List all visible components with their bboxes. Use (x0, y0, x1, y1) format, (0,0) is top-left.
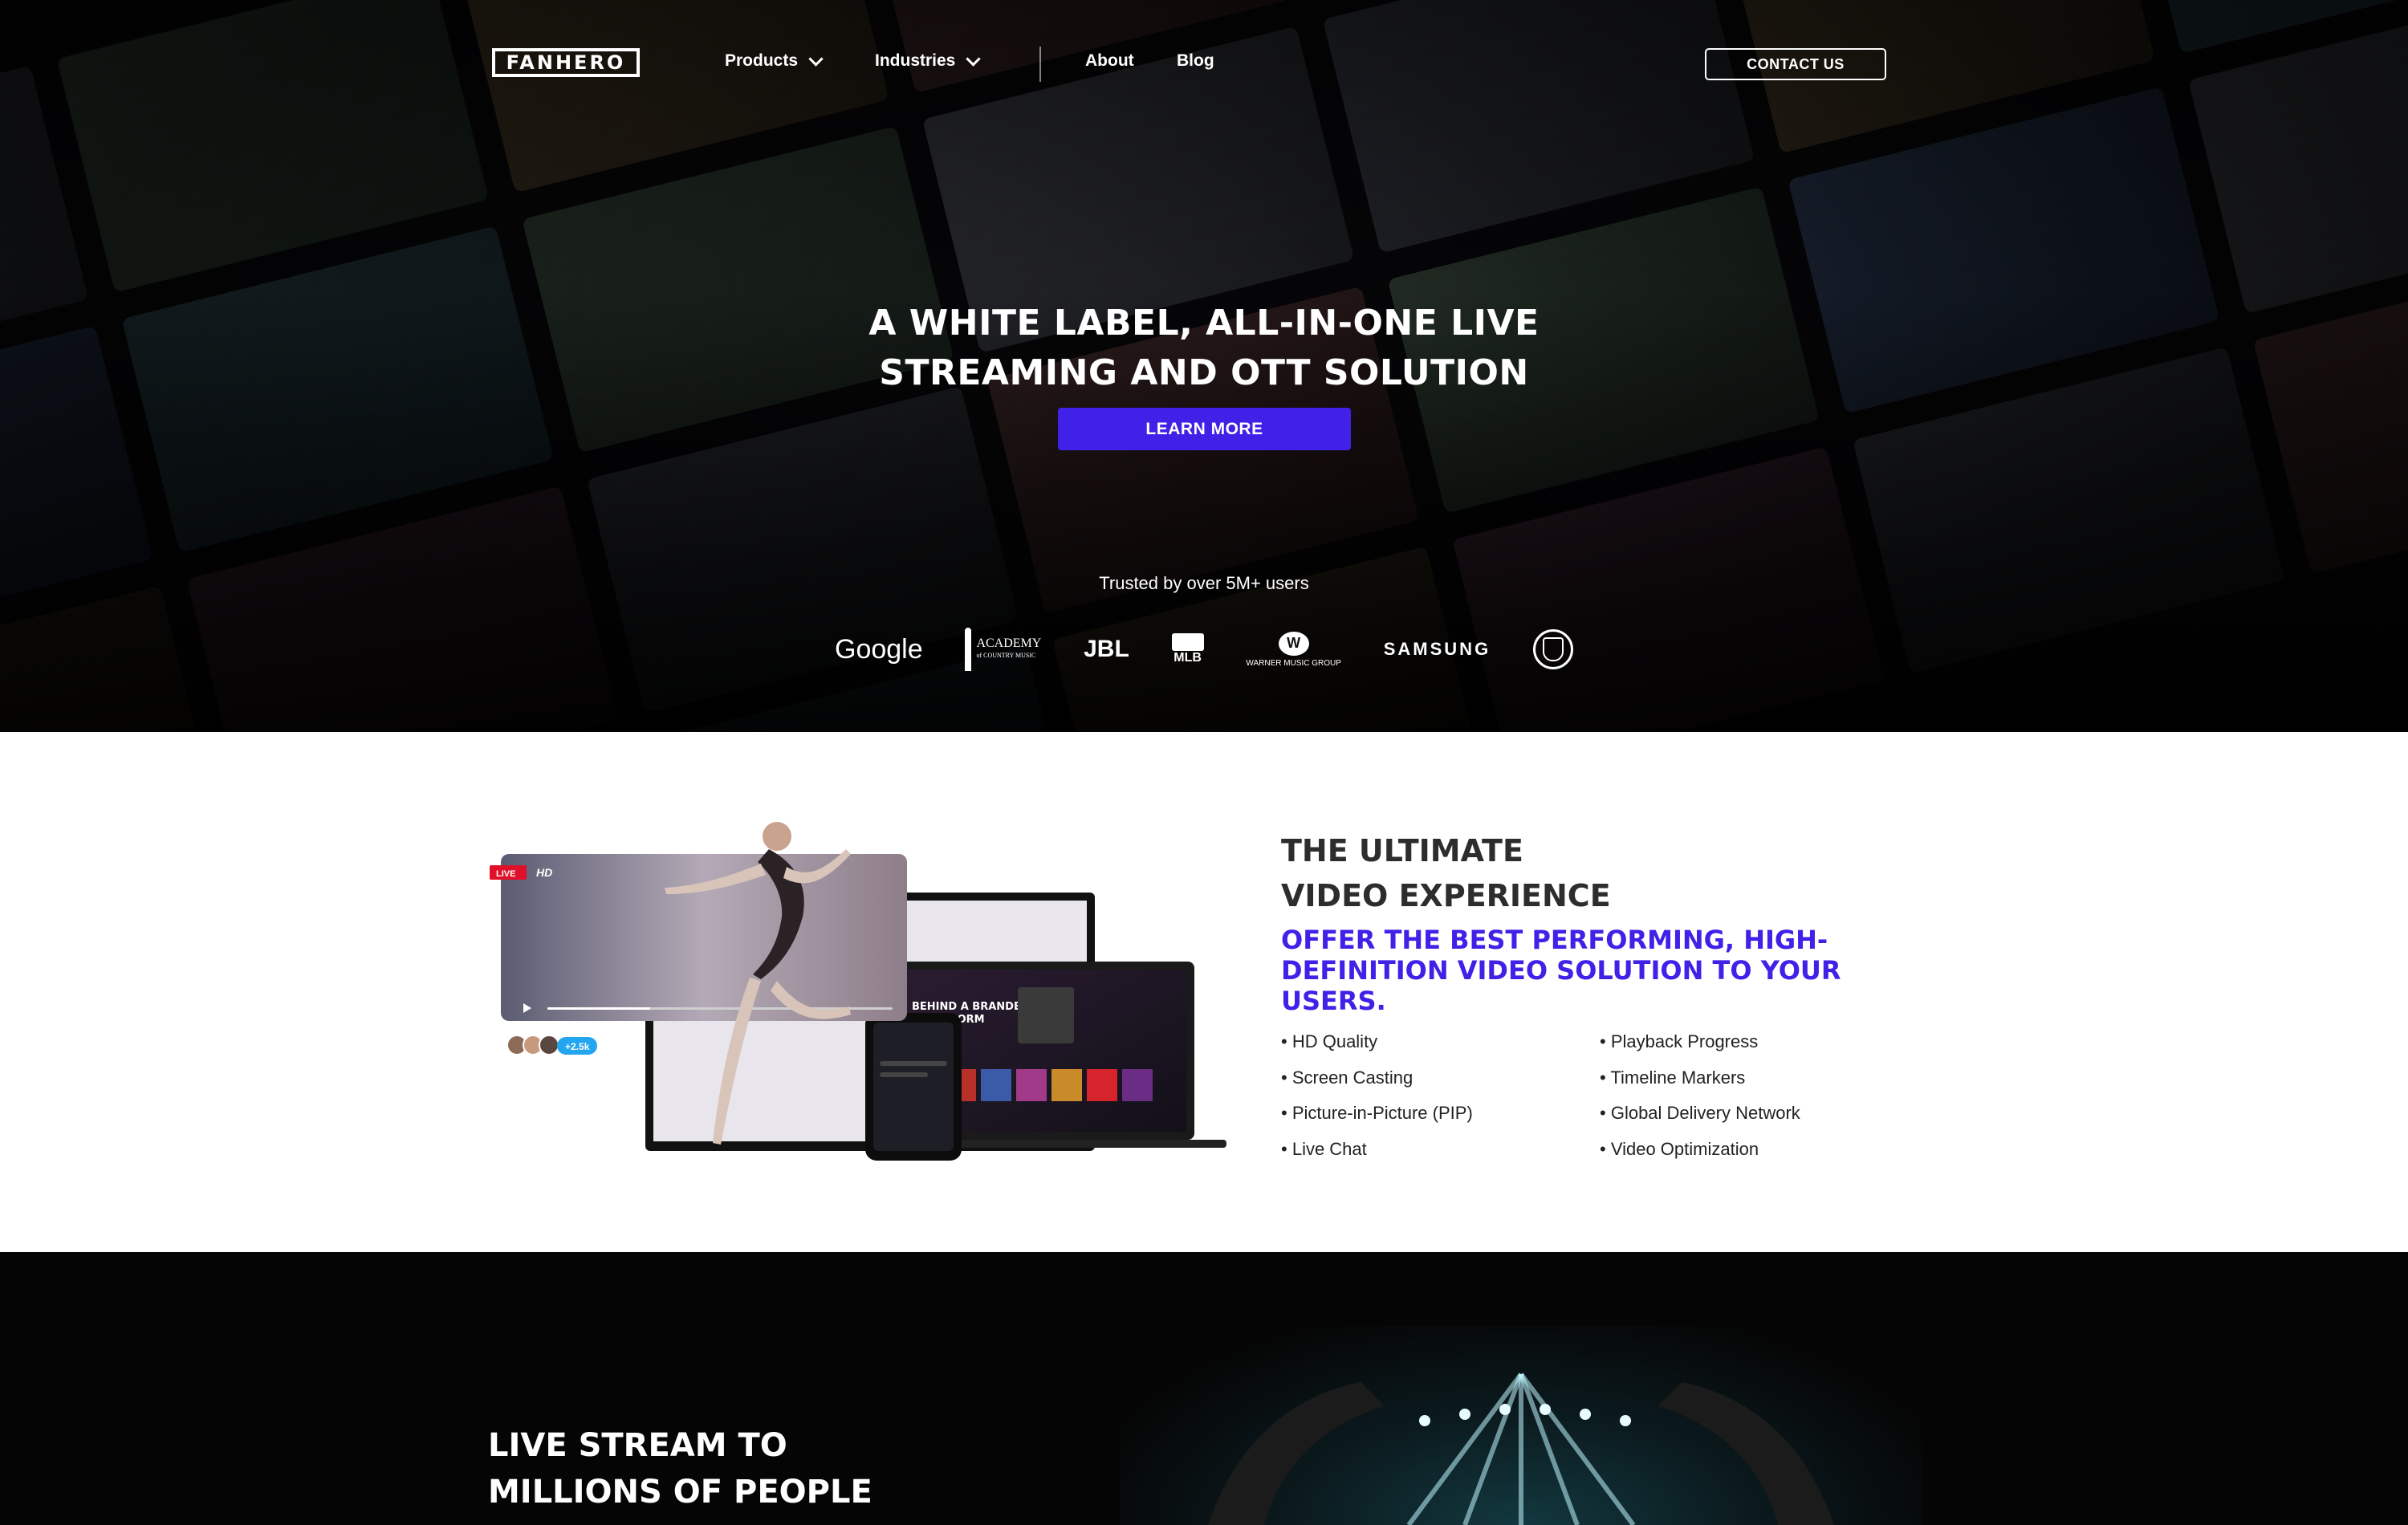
feature-item: Picture-in-Picture (PIP) (1281, 1096, 1473, 1132)
partner-logos: Google ACADEMY of COUNTRY MUSIC JBL MLB … (835, 624, 1573, 674)
video-experience-title: THE ULTIMATE VIDEO EXPERIENCE (1281, 833, 1611, 913)
feature-item: Timeline Markers (1600, 1060, 1800, 1096)
feature-item: HD Quality (1281, 1024, 1473, 1060)
video-experience-subtitle: OFFER THE BEST PERFORMING, HIGH-DEFINITI… (1281, 925, 1841, 1016)
concert-stage-image (1120, 1326, 1922, 1525)
shield-crest-logo (1532, 629, 1573, 669)
fanhero-logo[interactable]: FANHERO (492, 48, 640, 77)
hero-title: A WHITE LABEL, ALL-IN-ONE LIVE STREAMING… (868, 303, 1540, 393)
raised-hand-right (1658, 1382, 1834, 1525)
feature-item: Playback Progress (1600, 1024, 1800, 1060)
device-mockup-illustration: BEHIND A BRANDED PLATFORM LIVE HD +2.5k (490, 822, 1226, 1161)
mlb-logo: MLB (1171, 633, 1204, 665)
chevron-down-icon (808, 51, 824, 67)
feature-item: Video Optimization (1600, 1132, 1800, 1168)
feature-list-left: HD Quality Screen Casting Picture-in-Pic… (1281, 1024, 1473, 1167)
hd-badge: HD (536, 866, 552, 879)
academy-logo: ACADEMY of COUNTRY MUSIC (965, 628, 1041, 671)
feature-list-right: Playback Progress Timeline Markers Globa… (1600, 1024, 1800, 1167)
raised-hand-left (1208, 1382, 1385, 1525)
video-experience-section: BEHIND A BRANDED PLATFORM LIVE HD +2.5k (0, 732, 2408, 1252)
feature-item: Global Delivery Network (1600, 1096, 1800, 1132)
live-stream-section: LIVE STREAM TO MILLIONS OF PEOPLE (0, 1252, 2408, 1525)
google-logo: Google (835, 633, 923, 665)
nav-products[interactable]: Products (725, 51, 824, 71)
nav-products-label: Products (725, 51, 799, 70)
samsung-logo: SAMSUNG (1383, 639, 1491, 659)
viewer-count: +2.5k (565, 1041, 590, 1052)
nav-divider (1039, 47, 1041, 82)
nav-about[interactable]: About (1085, 51, 1134, 71)
nav-blog[interactable]: Blog (1177, 51, 1214, 71)
jbl-logo: JBL (1084, 636, 1129, 662)
feature-item: Live Chat (1281, 1132, 1473, 1168)
nav-industries-label: Industries (875, 51, 956, 70)
hero-section: FANHERO Products Industries About Blog C… (0, 0, 2408, 732)
learn-more-button[interactable]: LEARN MORE (1058, 408, 1351, 450)
live-stream-title: LIVE STREAM TO MILLIONS OF PEOPLE (488, 1427, 872, 1511)
nav-industries[interactable]: Industries (875, 51, 982, 71)
contact-us-button[interactable]: CONTACT US (1705, 48, 1886, 80)
warner-music-logo: W WARNER MUSIC GROUP (1246, 631, 1341, 668)
live-badge: LIVE (496, 869, 515, 879)
feature-item: Screen Casting (1281, 1060, 1473, 1096)
laptop-text-line1: BEHIND A BRANDED (912, 1001, 1030, 1013)
trusted-by-text: Trusted by over 5M+ users (1099, 573, 1309, 593)
chevron-down-icon (966, 51, 982, 67)
